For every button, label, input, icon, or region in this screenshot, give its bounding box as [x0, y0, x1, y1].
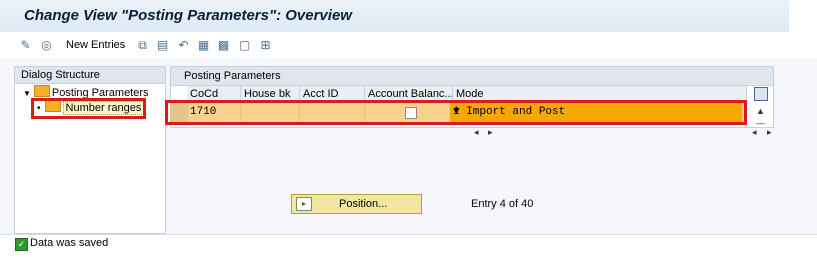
entry-info: Entry 4 of 40 [471, 198, 534, 210]
scroll-down-icon[interactable]: — [756, 118, 765, 128]
delete-icon[interactable]: ▤ [155, 38, 170, 52]
scroll-up-icon[interactable]: ▲ [756, 106, 765, 116]
table-settings-icon[interactable] [754, 87, 768, 101]
position-button-label: Position... [339, 198, 388, 210]
undo-icon[interactable]: ↶ [176, 38, 191, 52]
open-folder-icon [33, 85, 50, 97]
scroll-right-icon[interactable]: ▸ [488, 127, 493, 138]
expand-arrow-icon[interactable]: ▼ [23, 89, 31, 98]
dialog-structure-panel: Dialog Structure ▼ Posting Parameters • Nu… [14, 66, 166, 234]
position-icon: ▸ [296, 197, 312, 211]
scroll-right-icon[interactable]: ▸ [767, 127, 772, 138]
table-title: Posting Parameters [184, 70, 281, 82]
deselect-all-icon[interactable]: ▢ [237, 38, 252, 52]
table-title-bar: Posting Parameters [171, 67, 773, 86]
copy-icon[interactable]: ⧉ [135, 38, 150, 52]
new-entries-button[interactable]: New Entries [66, 39, 125, 51]
position-button[interactable]: ▸ Position... [291, 194, 422, 214]
annotation-frame-dialog [31, 98, 146, 119]
dialog-structure-title: Dialog Structure [21, 69, 100, 81]
success-check-icon: ✓ [15, 238, 28, 251]
title-bar: Change View "Posting Parameters": Overvi… [0, 0, 789, 32]
select-block-icon[interactable]: ▩ [216, 38, 231, 52]
status-bar [0, 234, 817, 257]
status-message: Data was saved [30, 237, 109, 249]
details-icon[interactable]: ⊞ [258, 38, 273, 52]
annotation-frame-row [165, 100, 747, 125]
dialog-structure-header: Dialog Structure [15, 67, 165, 84]
scroll-left-icon[interactable]: ◂ [474, 127, 479, 138]
page-title: Change View "Posting Parameters": Overvi… [24, 7, 352, 24]
glasses-icon[interactable]: ◎ [39, 38, 54, 52]
display-change-icon[interactable]: ✎ [18, 38, 33, 52]
tree-item-posting-parameters[interactable]: ▼ Posting Parameters [23, 85, 149, 99]
select-all-icon[interactable]: ▦ [196, 38, 211, 52]
scroll-left-icon[interactable]: ◂ [752, 127, 757, 138]
